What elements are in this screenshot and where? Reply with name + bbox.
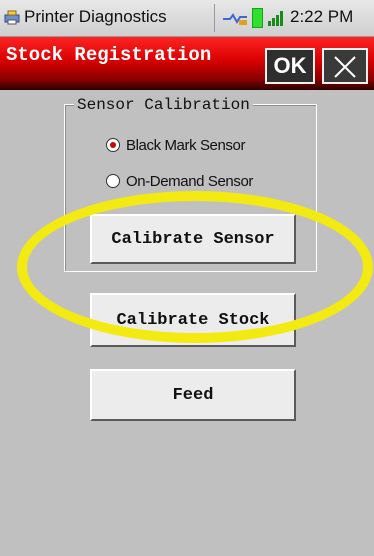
signal-icon: [268, 11, 283, 26]
status-bar: Printer Diagnostics 2:22 PM: [0, 0, 374, 37]
main-content: Sensor Calibration Black Mark Sensor On-…: [0, 90, 374, 556]
radio-label: On-Demand Sensor: [126, 172, 253, 190]
calibrate-sensor-button[interactable]: Calibrate Sensor: [90, 214, 296, 264]
connection-icon: [223, 13, 247, 25]
ok-button[interactable]: OK: [265, 48, 315, 84]
feed-button[interactable]: Feed: [90, 369, 296, 421]
battery-icon: [252, 8, 263, 28]
system-tray: [222, 7, 283, 29]
status-divider: [214, 4, 215, 32]
group-legend: Sensor Calibration: [74, 96, 253, 114]
page-title: Stock Registration: [6, 44, 212, 66]
on-demand-sensor-radio[interactable]: On-Demand Sensor: [106, 170, 253, 192]
close-icon: [334, 56, 356, 78]
radio-checked-icon: [106, 138, 120, 152]
printer-app-icon: [4, 10, 20, 25]
title-bar: Stock Registration OK: [0, 37, 374, 90]
calibrate-stock-button[interactable]: Calibrate Stock: [90, 293, 296, 347]
radio-unchecked-icon: [106, 174, 120, 188]
app-name: Printer Diagnostics: [24, 7, 167, 26]
black-mark-sensor-radio[interactable]: Black Mark Sensor: [106, 134, 245, 156]
close-button[interactable]: [322, 48, 368, 84]
clock[interactable]: 2:22 PM: [290, 7, 353, 27]
radio-label: Black Mark Sensor: [126, 136, 246, 154]
